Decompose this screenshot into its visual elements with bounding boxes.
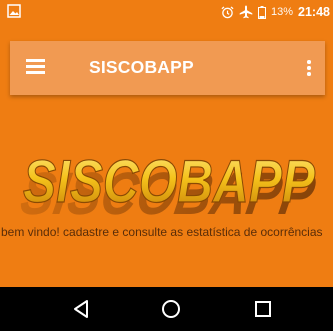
back-icon[interactable] bbox=[72, 299, 90, 319]
welcome-text: bem vindo! cadastre e consulte as estatí… bbox=[1, 225, 323, 239]
nav-bar bbox=[0, 287, 333, 331]
battery-percent: 13% bbox=[270, 6, 294, 18]
home-icon[interactable] bbox=[161, 299, 181, 319]
alarm-icon bbox=[221, 5, 234, 18]
gallery-icon bbox=[7, 4, 21, 18]
more-vert-icon[interactable] bbox=[307, 60, 311, 76]
app-bar: SISCOBAPP bbox=[10, 41, 325, 95]
airplane-icon bbox=[239, 5, 253, 19]
menu-icon[interactable] bbox=[26, 59, 45, 74]
app-title: SISCOBAPP bbox=[89, 57, 194, 77]
status-bar: 13% 21:48 bbox=[0, 0, 333, 24]
status-clock: 21:48 bbox=[298, 5, 330, 19]
battery-icon bbox=[257, 5, 266, 19]
status-icons: 13% 21:48 bbox=[221, 0, 330, 24]
logo-text: SISCOBAPP bbox=[23, 148, 316, 215]
app-logo: SISCOBAPP SISCOBAPP bbox=[16, 147, 320, 218]
recents-icon[interactable] bbox=[254, 299, 272, 319]
